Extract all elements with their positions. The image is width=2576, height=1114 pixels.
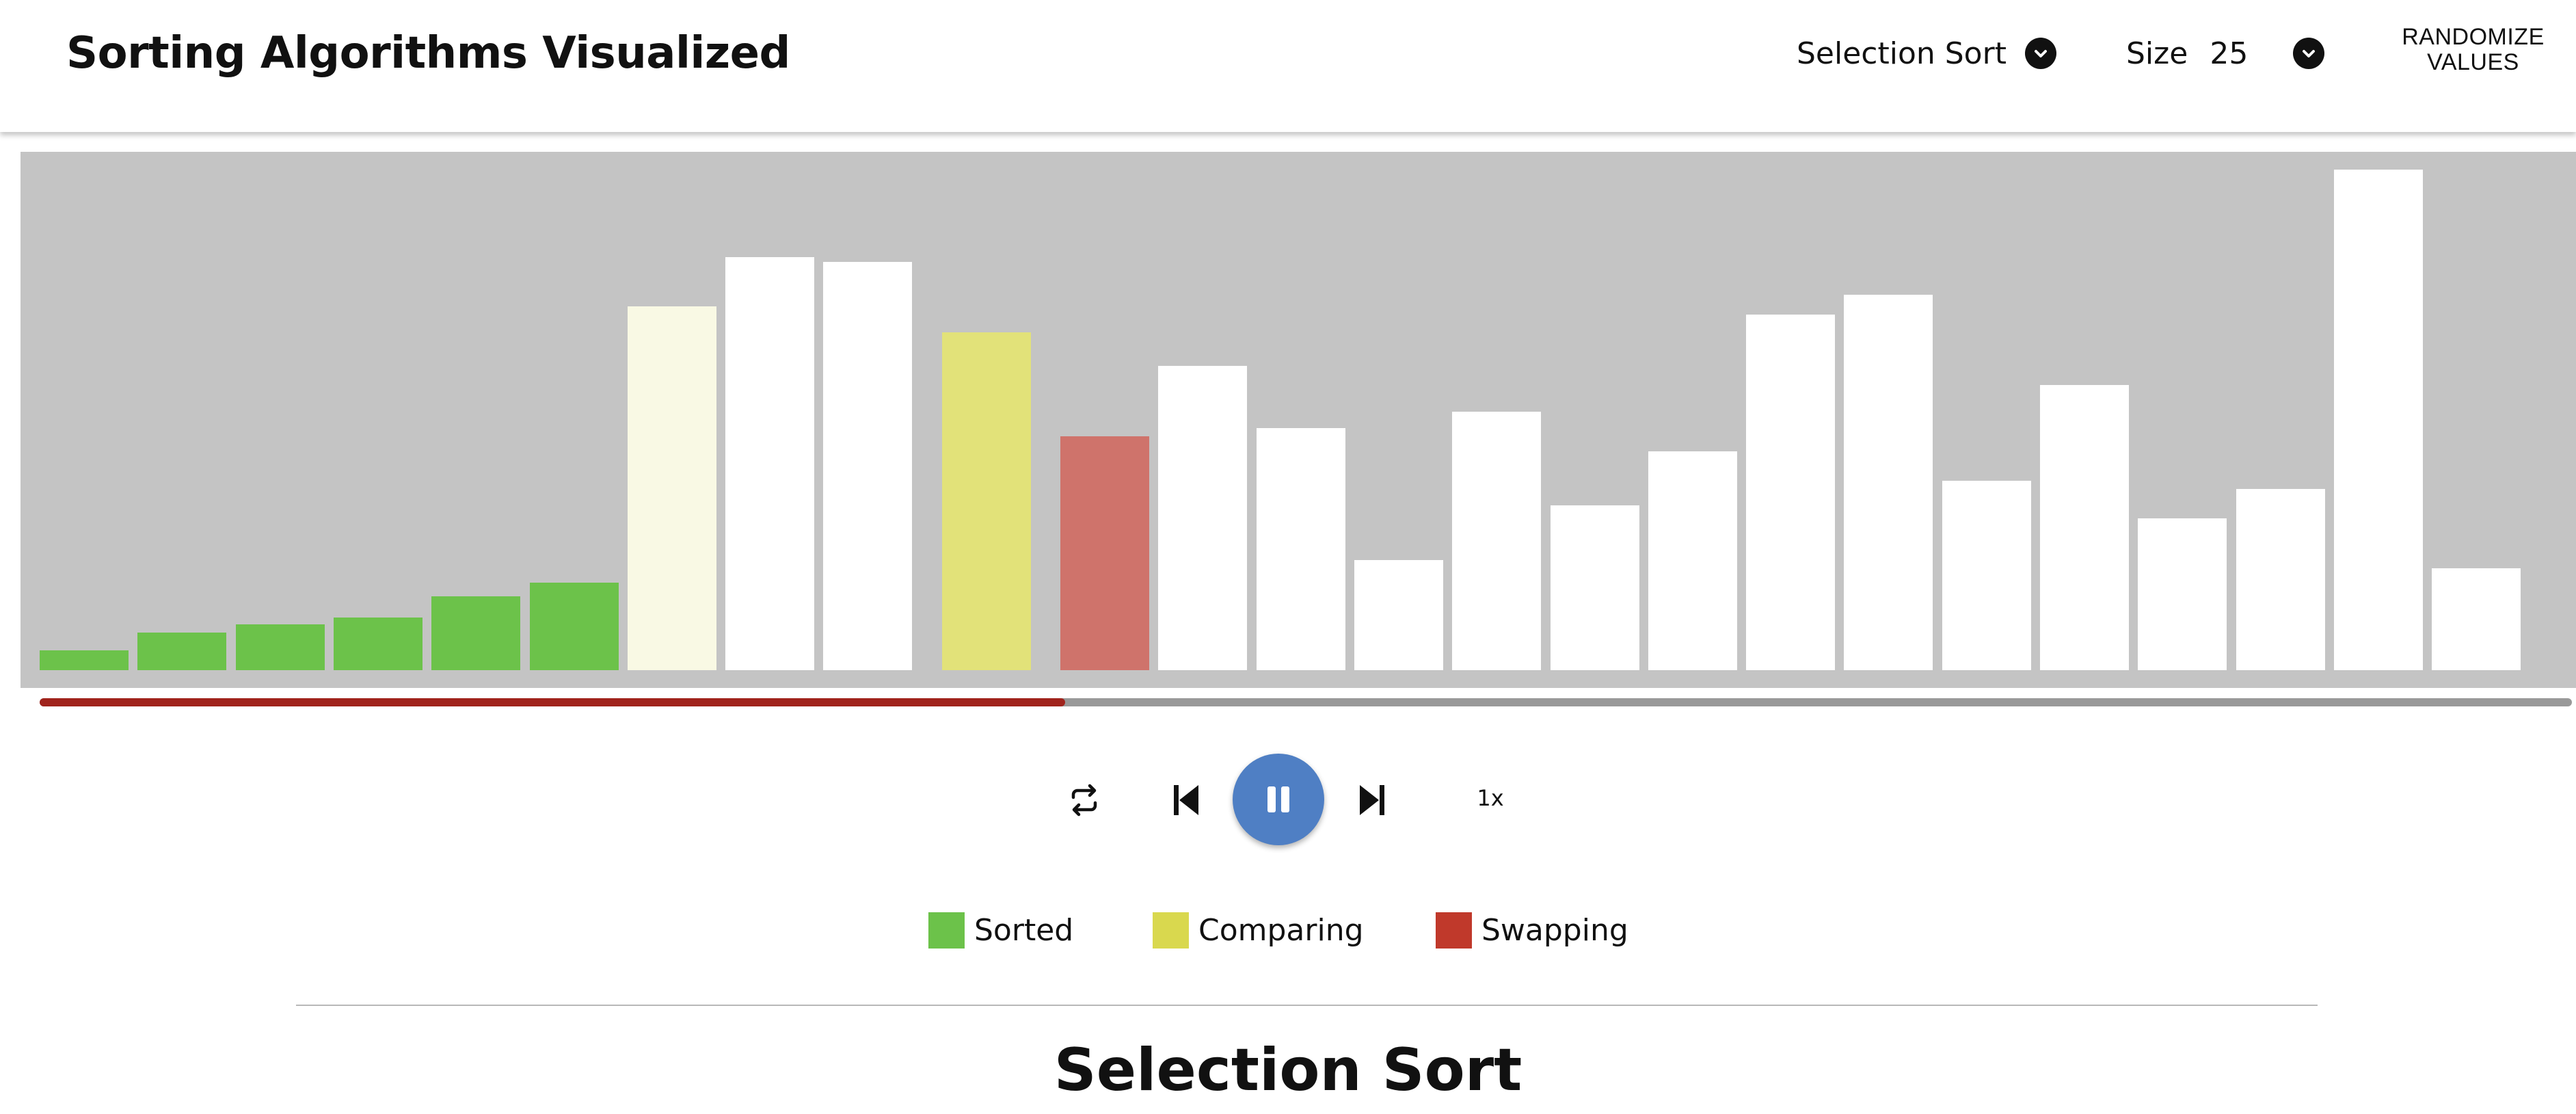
array-bar [1452,412,1541,670]
array-bar [1551,505,1639,670]
array-bar [2040,385,2129,670]
array-bar [823,262,912,670]
step-forward-button[interactable] [1352,780,1391,821]
array-bar [1942,481,2031,670]
legend-comparing: Comparing [1153,911,1364,949]
pause-icon [1267,786,1289,812]
step-back-icon [1174,785,1198,815]
legend-label-sorted: Sorted [974,912,1074,948]
array-bar [2236,489,2325,670]
array-bar [1060,436,1149,670]
legend-swatch-swapping [1436,912,1472,949]
progress-bar[interactable] [40,698,2572,706]
array-visualization [21,152,2576,688]
array-bar [1257,428,1345,670]
step-back-button[interactable] [1168,780,1206,821]
array-bar [334,618,422,670]
legend-swatch-comparing [1153,912,1189,949]
algorithm-select-value: Selection Sort [1797,36,2007,71]
array-bar [725,257,814,670]
size-value: 25 [2210,36,2249,71]
section-title: Selection Sort [1054,1036,1522,1104]
array-bar [1354,560,1443,670]
randomize-values-button[interactable]: RANDOMIZE VALUES [2379,25,2567,75]
chevron-down-icon[interactable] [2293,38,2325,69]
app-title: Sorting Algorithms Visualized [66,28,790,79]
repeat-button[interactable] [1064,780,1105,821]
size-label: Size [2126,36,2188,71]
array-bar [530,583,619,670]
array-bar [942,332,1031,670]
speed-toggle[interactable]: 1x [1470,785,1511,811]
array-bar [1844,295,1933,670]
array-bar [2334,170,2423,670]
chevron-down-icon[interactable] [2024,38,2056,69]
step-forward-icon [1360,785,1384,815]
array-bars [40,170,2521,670]
legend-sorted: Sorted [928,911,1073,949]
algorithm-select[interactable]: Selection Sort [1797,27,2056,79]
randomize-label-line1: RANDOMIZE [2402,24,2545,50]
legend-swapping: Swapping [1436,911,1628,949]
legend-label-comparing: Comparing [1198,912,1364,948]
array-bar [2138,518,2227,670]
array-bar [628,306,716,670]
repeat-icon [1071,784,1097,817]
app-header: Sorting Algorithms Visualized Selection … [0,0,2576,132]
randomize-label-line2: VALUES [2427,49,2519,75]
array-bar [236,624,325,670]
array-bar [431,596,520,670]
array-bar [1158,366,1247,670]
array-bar [137,633,226,670]
section-divider [296,1005,2318,1006]
array-bar [2432,568,2521,670]
pause-button[interactable] [1233,754,1324,845]
size-select[interactable]: Size 25 [2126,27,2325,79]
legend-swatch-sorted [928,912,965,949]
legend-label-swapping: Swapping [1481,912,1628,948]
array-bar [1746,315,1835,670]
array-bar [1648,451,1737,670]
array-bar [40,650,129,670]
progress-bar-fill [40,698,1066,706]
